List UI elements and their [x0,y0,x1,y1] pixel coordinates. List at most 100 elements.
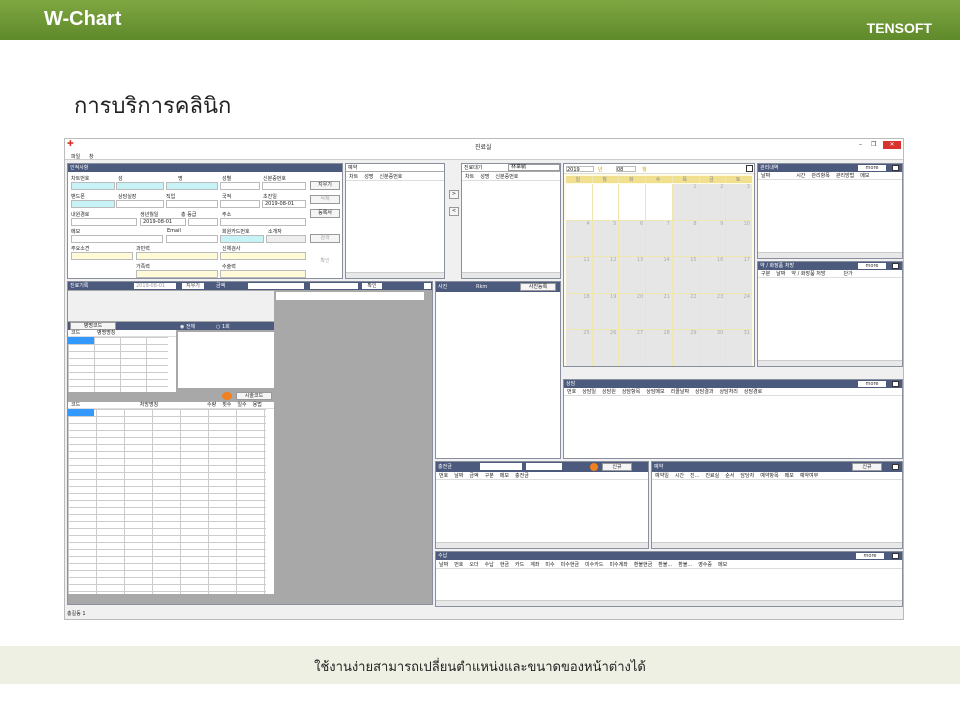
address-input[interactable] [220,218,306,226]
disease-code-button[interactable]: 병명코드 [70,322,116,330]
register-button[interactable]: 등록서 [310,209,340,218]
calendar-day[interactable]: 28 [646,330,672,366]
calendar-day[interactable]: 31 [726,330,752,366]
email-input[interactable] [166,235,218,243]
record-confirm-button[interactable]: 확인 [362,283,382,289]
payment-more-button[interactable]: more [856,553,884,559]
record-memo-area[interactable] [68,291,274,321]
calendar-day[interactable]: 22 [672,293,699,330]
move-right-button[interactable]: > [449,190,459,199]
calendar-day[interactable]: 11 [566,257,592,293]
appointment-expand-icon[interactable] [892,464,899,470]
calendar-day[interactable]: 12 [592,257,619,293]
close-icon[interactable]: ✕ [883,141,901,149]
disease-detail-box[interactable] [178,332,274,388]
consult-expand-icon[interactable] [892,381,899,387]
calendar-day[interactable]: 5 [592,220,619,257]
allergy-input[interactable] [136,252,218,260]
clear-button[interactable]: 지우기 [310,181,340,190]
memo-input[interactable] [71,235,163,243]
appointment-new-button[interactable]: 신규 [852,463,882,471]
nation-select[interactable] [220,200,260,208]
findings-input[interactable] [71,252,133,260]
menu-file[interactable]: 파일 [71,153,80,160]
calendar-day[interactable]: 2 [699,184,726,220]
menu-window[interactable]: 창 [89,153,94,160]
surgery-input[interactable] [220,270,306,278]
family-input[interactable] [136,270,218,278]
payment-expand-icon[interactable] [892,553,899,559]
calendar-day[interactable]: 16 [699,257,726,293]
care-more-button[interactable]: more [858,165,886,171]
job-select[interactable] [166,200,218,208]
calendar-day[interactable] [646,184,672,220]
first-visit-date[interactable]: 2019-08-01 [262,200,306,208]
deposit-scrollbar[interactable] [436,542,648,548]
surgery-icon[interactable] [222,392,232,400]
gender-select[interactable] [220,182,260,190]
meds-scrollbar[interactable] [758,360,902,366]
calendar-day[interactable] [619,184,646,220]
calendar-day[interactable]: 3 [726,184,752,220]
confirm-button[interactable]: 확인 [310,258,340,267]
meds-expand-icon[interactable] [892,263,899,269]
calendar-day[interactable]: 30 [699,330,726,366]
calendar-day[interactable]: 18 [566,293,592,330]
referrer-input[interactable] [266,235,306,243]
deposit-input[interactable] [480,463,522,470]
calendar-day[interactable]: 8 [672,220,699,257]
route-select[interactable] [71,218,137,226]
calendar-day[interactable]: 7 [646,220,672,257]
calendar-day[interactable]: 14 [646,257,672,293]
calendar-day[interactable]: 27 [619,330,646,366]
last-name-input[interactable] [116,182,164,190]
member-card-input[interactable] [220,235,264,243]
calendar-day[interactable]: 10 [726,220,752,257]
calendar-day[interactable]: 20 [619,293,646,330]
waiting-dropdown[interactable]: 林韋毓 [508,164,560,171]
calendar-day[interactable] [592,184,619,220]
care-expand-icon[interactable] [892,165,899,171]
calendar-day[interactable]: 19 [592,293,619,330]
calendar-day[interactable]: 15 [672,257,699,293]
deposit-new-button[interactable]: 신규 [602,463,632,471]
move-left-button[interactable]: < [449,207,459,216]
disease-selected-cell[interactable] [68,337,94,344]
record-date[interactable]: 2019-08-01 [134,283,176,289]
calendar-day[interactable]: 23 [699,293,726,330]
first-name-input[interactable] [166,182,218,190]
record-expand-icon[interactable] [424,283,431,289]
payment-scrollbar[interactable] [436,600,902,606]
radio-all[interactable]: ◉ 전체 [180,323,195,330]
record-text-input[interactable] [276,292,424,300]
deposit-icon[interactable] [590,463,598,471]
calendar-day[interactable]: 9 [699,220,726,257]
calendar-day[interactable]: 26 [592,330,619,366]
id-no-input[interactable] [262,182,306,190]
physical-input[interactable] [220,252,306,260]
surgery-code-button[interactable]: 시술코드 [236,392,272,400]
calendar-day[interactable]: 4 [566,220,592,257]
calendar-day[interactable]: 25 [566,330,592,366]
calendar-day[interactable] [566,184,592,220]
consult-more-button[interactable]: more [858,381,886,387]
appointment-scrollbar[interactable] [652,542,902,548]
calendar-day[interactable]: 17 [726,257,752,293]
photo-register-button[interactable]: 사진등록 [520,283,556,291]
calendar-day[interactable]: 1 [672,184,699,220]
minimize-icon[interactable]: – [859,141,862,148]
amount-input[interactable] [248,283,304,289]
reservation-scrollbar[interactable] [346,272,444,278]
meds-more-button[interactable]: more [858,263,886,269]
grade-select[interactable] [188,218,218,226]
birth-date[interactable]: 2019-08-01 [140,218,186,226]
calendar-day[interactable]: 24 [726,293,752,330]
amount-input-2[interactable] [310,283,358,289]
search-button[interactable]: 검색 [310,234,340,243]
counselor-select[interactable] [116,200,164,208]
record-clear-button[interactable]: 지우기 [182,283,204,289]
calendar-day[interactable]: 29 [672,330,699,366]
calendar-day[interactable]: 21 [646,293,672,330]
chart-no-input[interactable] [71,182,115,190]
restore-icon[interactable]: ❐ [871,141,876,148]
